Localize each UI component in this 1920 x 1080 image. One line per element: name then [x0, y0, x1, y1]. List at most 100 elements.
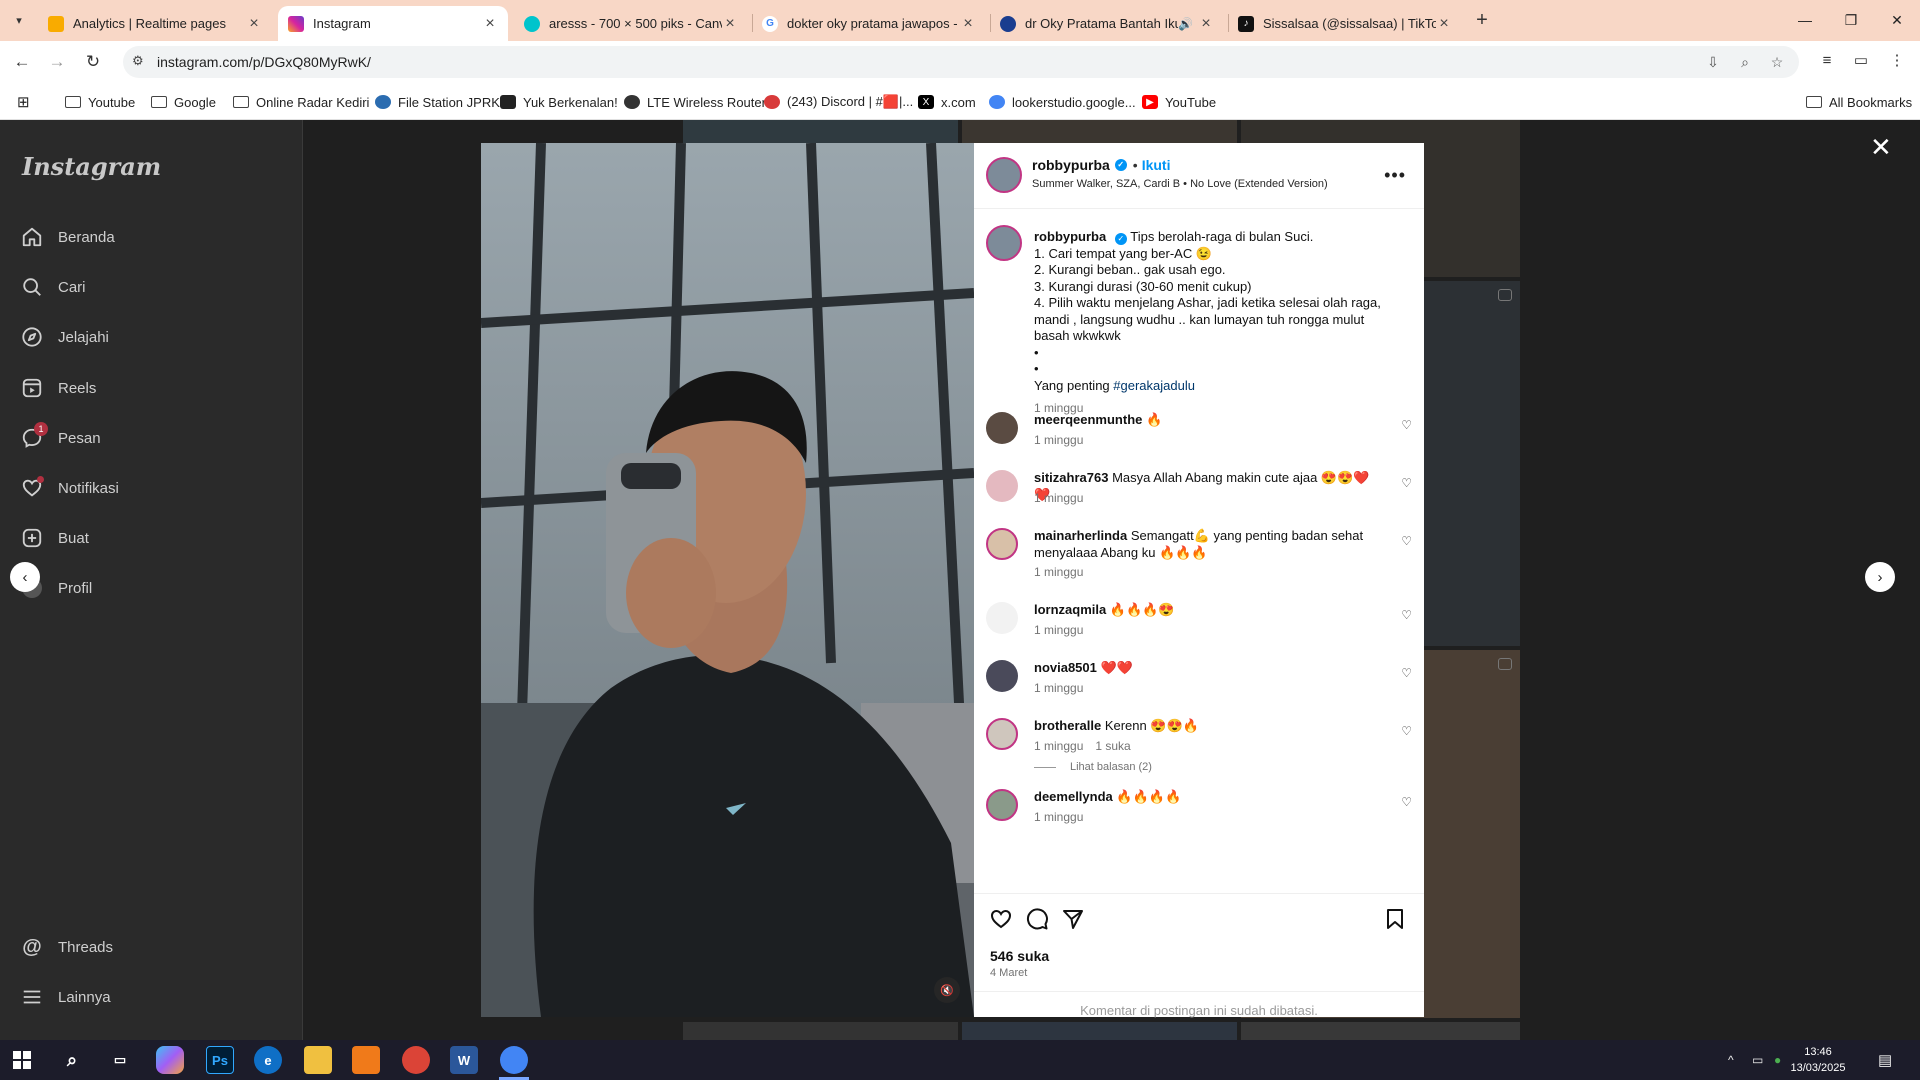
tab-analytics[interactable]: Analytics | Realtime pages × — [38, 6, 272, 41]
save-bookmark-icon[interactable] — [1382, 906, 1408, 932]
view-replies-button[interactable]: Lihat balasan (2) — [1034, 761, 1152, 773]
comment-time[interactable]: 1 minggu — [1034, 433, 1083, 447]
bookmark-lte-router[interactable]: LTE Wireless Router — [624, 91, 766, 113]
sidebar-item-buat[interactable]: Buat — [20, 523, 89, 553]
sidebar-item-pesan[interactable]: 1 Pesan — [20, 422, 101, 453]
caption-username[interactable]: robbypurba — [1034, 229, 1106, 244]
tab-news-article[interactable]: dr Oky Pratama Bantah Ikut 🔊 × — [990, 6, 1224, 41]
network-icon[interactable]: ▭ — [1752, 1040, 1763, 1080]
comment-like-icon[interactable]: ♡ — [1401, 534, 1412, 548]
word-icon[interactable]: W — [450, 1046, 478, 1074]
start-menu-icon[interactable] — [8, 1046, 36, 1074]
site-info-icon[interactable]: ⚙ — [132, 53, 144, 69]
comment-icon[interactable] — [1024, 906, 1050, 932]
tray-chevron-icon[interactable]: ^ — [1728, 1040, 1734, 1080]
browser-menu-icon[interactable]: ⋮ — [1885, 49, 1909, 73]
close-tab-icon[interactable]: × — [1436, 15, 1452, 33]
speaker-icon[interactable]: 🔊 — [1178, 17, 1193, 31]
tab-instagram[interactable]: Instagram × — [278, 6, 508, 41]
file-explorer-icon[interactable] — [304, 1046, 332, 1074]
audio-track-link[interactable]: Summer Walker, SZA, Cardi B • No Love (E… — [1032, 178, 1328, 190]
task-view-icon[interactable]: ▭ — [106, 1046, 134, 1074]
edge-icon[interactable]: e — [254, 1046, 282, 1074]
commenter-avatar[interactable] — [986, 528, 1018, 560]
commenter-username[interactable]: novia8501 — [1034, 660, 1097, 675]
sidebar-item-cari[interactable]: Cari — [20, 272, 86, 302]
like-count[interactable]: 546 suka — [990, 948, 1049, 964]
photo-app-icon[interactable] — [352, 1046, 380, 1074]
author-avatar[interactable] — [986, 157, 1022, 193]
forward-button[interactable]: → — [44, 49, 70, 75]
tab-google-search[interactable]: G dokter oky pratama jawapos - G × — [752, 6, 986, 41]
comment-like-count[interactable]: 1 suka — [1095, 739, 1130, 753]
post-date[interactable]: 4 Maret — [990, 967, 1027, 979]
sidebar-item-reels[interactable]: Reels — [20, 373, 96, 403]
bookmark-folder-youtube[interactable]: Youtube — [65, 91, 135, 113]
restore-button[interactable]: ❐ — [1828, 0, 1874, 40]
comment-time[interactable]: 1 minggu — [1034, 681, 1083, 695]
like-icon[interactable] — [988, 906, 1014, 932]
bookmark-star-icon[interactable]: ☆ — [1767, 52, 1787, 72]
security-icon[interactable]: ● — [1774, 1040, 1781, 1080]
next-post-button[interactable]: › — [1865, 562, 1895, 592]
chrome-icon[interactable] — [500, 1046, 528, 1074]
close-tab-icon[interactable]: × — [960, 15, 976, 33]
instagram-logo[interactable]: Instagram — [22, 152, 161, 181]
back-button[interactable]: ← — [9, 49, 35, 75]
address-bar[interactable]: ⚙ instagram.com/p/DGxQ80MyRwK/ ⇩ ⌕ ☆ — [123, 46, 1799, 78]
sidebar-item-lainnya[interactable]: Lainnya — [20, 982, 111, 1012]
photoshop-icon[interactable]: Ps — [206, 1046, 234, 1074]
commenter-username[interactable]: sitizahra763 — [1034, 470, 1108, 485]
comment-like-icon[interactable]: ♡ — [1401, 418, 1412, 432]
bookmark-folder-radar-kediri[interactable]: Online Radar Kediri — [233, 91, 369, 113]
search-icon[interactable]: ⌕ — [58, 1046, 86, 1074]
chrome-profile-icon[interactable] — [402, 1046, 430, 1074]
close-tab-icon[interactable]: × — [246, 15, 262, 33]
mute-toggle-button[interactable]: 🔇 — [934, 977, 960, 1003]
close-modal-icon[interactable]: ✕ — [1870, 132, 1892, 163]
close-tab-icon[interactable]: × — [482, 15, 498, 33]
comment-like-icon[interactable]: ♡ — [1401, 666, 1412, 680]
comment-like-icon[interactable]: ♡ — [1401, 608, 1412, 622]
comment-like-icon[interactable]: ♡ — [1401, 476, 1412, 490]
author-avatar[interactable] — [986, 225, 1022, 261]
sidebar-item-jelajahi[interactable]: Jelajahi — [20, 322, 109, 352]
bookmark-discord[interactable]: (243) Discord | #🟥|... — [764, 91, 913, 113]
previous-post-button[interactable]: ‹ — [10, 562, 40, 592]
comment-like-icon[interactable]: ♡ — [1401, 795, 1412, 809]
system-clock[interactable]: 13:46 13/03/2025 — [1783, 1044, 1853, 1076]
reload-button[interactable]: ↻ — [80, 49, 106, 75]
sidebar-item-threads[interactable]: @ Threads — [20, 932, 113, 962]
commenter-username[interactable]: mainarherlinda — [1034, 528, 1127, 543]
notifications-icon[interactable]: ▤ — [1878, 1040, 1892, 1080]
commenter-username[interactable]: lornzaqmila — [1034, 602, 1106, 617]
close-tab-icon[interactable]: × — [1198, 15, 1214, 33]
comment-time[interactable]: 1 minggu — [1034, 491, 1083, 505]
comment-time[interactable]: 1 minggu — [1034, 565, 1083, 579]
copilot-icon[interactable] — [156, 1046, 184, 1074]
bookmark-x[interactable]: Xx.com — [918, 91, 976, 113]
close-tab-icon[interactable]: × — [722, 15, 738, 33]
extension-icon[interactable]: ▭ — [1849, 49, 1873, 73]
post-video[interactable]: 🔇 — [481, 143, 974, 1017]
url-text[interactable]: instagram.com/p/DGxQ80MyRwK/ — [157, 54, 371, 70]
sidebar-item-notifikasi[interactable]: Notifikasi — [20, 473, 119, 503]
install-app-icon[interactable]: ⇩ — [1703, 52, 1723, 72]
commenter-username[interactable]: brotheralle — [1034, 718, 1101, 733]
commenter-avatar[interactable] — [986, 470, 1018, 502]
sidebar-item-beranda[interactable]: Beranda — [20, 222, 115, 252]
bookmark-lookerstudio[interactable]: lookerstudio.google... — [989, 91, 1136, 113]
tab-canva[interactable]: aresss - 700 × 500 piks - Canva × — [514, 6, 748, 41]
comment-like-icon[interactable]: ♡ — [1401, 724, 1412, 738]
close-window-button[interactable]: ✕ — [1874, 0, 1920, 40]
commenter-avatar[interactable] — [986, 602, 1018, 634]
commenter-avatar[interactable] — [986, 412, 1018, 444]
minimize-button[interactable]: — — [1782, 0, 1828, 40]
bookmark-folder-google[interactable]: Google — [151, 91, 216, 113]
comment-time[interactable]: 1 minggu — [1034, 810, 1083, 824]
more-options-icon[interactable]: ••• — [1384, 165, 1406, 186]
apps-grid-icon[interactable]: ⊞ — [17, 91, 30, 113]
media-controls-icon[interactable]: ≡ — [1815, 49, 1839, 73]
zoom-icon[interactable]: ⌕ — [1735, 52, 1755, 72]
hashtag-link[interactable]: #gerakajadulu — [1113, 378, 1195, 393]
